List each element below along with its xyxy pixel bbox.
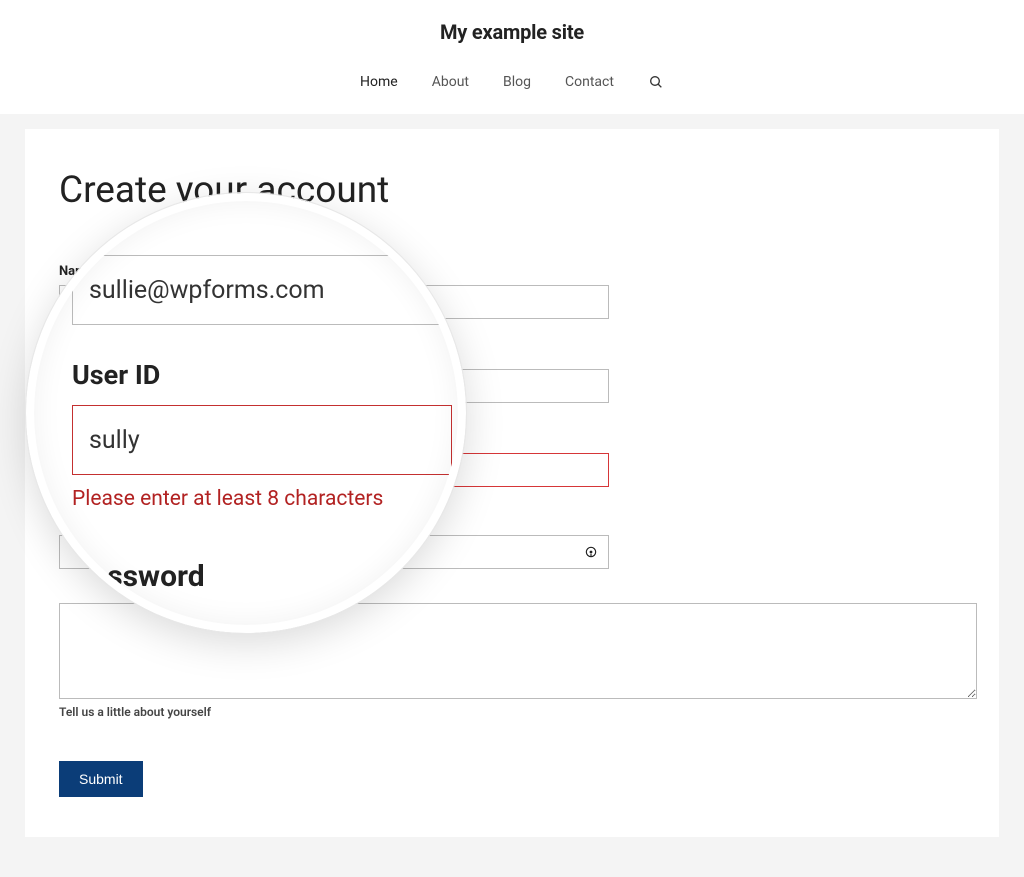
site-title: My example site <box>0 20 1024 44</box>
nav-blog[interactable]: Blog <box>503 74 531 90</box>
lens-userid-input[interactable]: sully <box>72 405 452 475</box>
submit-button[interactable]: Submit <box>59 761 143 797</box>
site-header: My example site Home About Blog Contact <box>0 0 1024 114</box>
bio-help-text: Tell us a little about yourself <box>59 705 965 719</box>
nav-contact[interactable]: Contact <box>565 74 614 90</box>
lens-userid-label: User ID <box>72 359 438 391</box>
lens-email-input[interactable]: sullie@wpforms.com <box>72 255 452 325</box>
lens-userid-error: Please enter at least 8 characters <box>72 487 438 511</box>
nav-about[interactable]: About <box>432 74 469 90</box>
search-icon[interactable] <box>648 74 664 90</box>
lens-password-label: Password <box>72 559 438 594</box>
magnifier-lens: sullie@wpforms.com User ID sully Please … <box>26 193 466 633</box>
password-manager-icon[interactable] <box>583 544 599 560</box>
primary-nav: Home About Blog Contact <box>0 74 1024 114</box>
nav-home[interactable]: Home <box>360 74 398 90</box>
